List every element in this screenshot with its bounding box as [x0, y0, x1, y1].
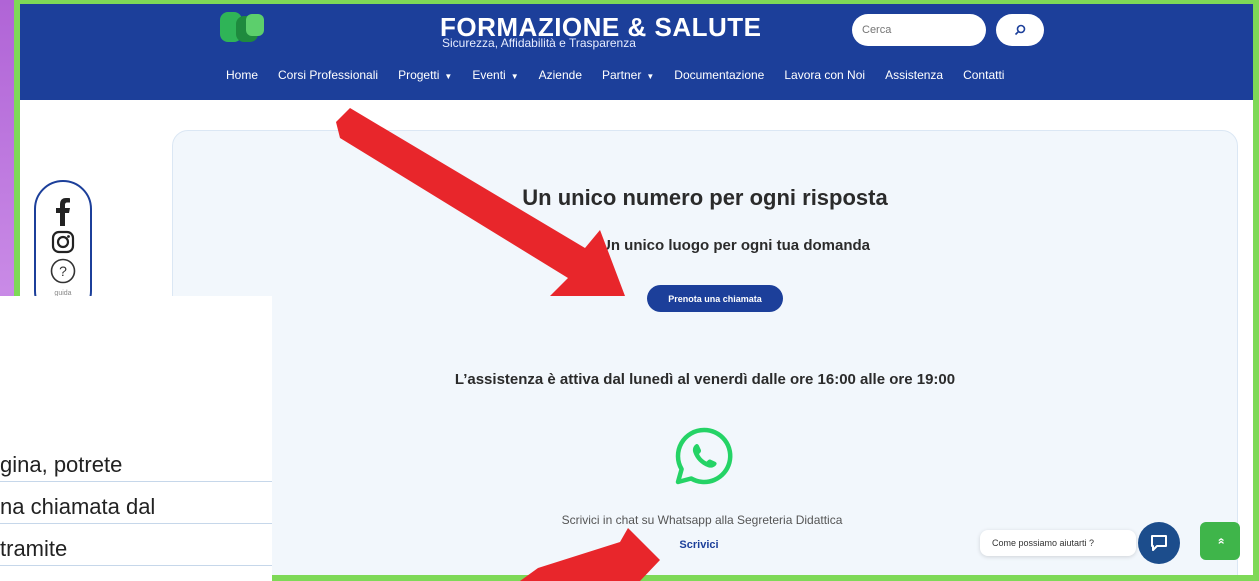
overlay-line: na chiamata dal: [0, 488, 272, 524]
chat-button[interactable]: [1138, 522, 1180, 564]
sub-heading: Un unico luogo per ogni tua domanda: [600, 237, 870, 254]
help-icon[interactable]: ?: [50, 258, 76, 284]
svg-text:?: ?: [59, 263, 67, 279]
overlay-line: gina, potrete: [0, 446, 272, 482]
chevron-down-icon: ▼: [444, 72, 453, 81]
chevron-down-icon: ▼: [510, 72, 519, 81]
nav-home[interactable]: Home: [226, 68, 258, 82]
scroll-to-top-button[interactable]: »: [1200, 522, 1240, 560]
hours-text: L’assistenza è attiva dal lunedì al vene…: [454, 371, 956, 388]
search-button[interactable]: [996, 14, 1044, 46]
main-nav: Home Corsi Professionali Progetti ▼ Event…: [226, 68, 1024, 82]
whatsapp-text: Scrivici in chat su Whatsapp alla Segret…: [561, 513, 843, 527]
site-header: FORMAZIONE & SALUTE Sicurezza, Affidabil…: [20, 4, 1253, 100]
main-heading: Un unico numero per ogni risposta: [522, 185, 888, 210]
site-tagline: Sicurezza, Affidabilità e Trasparenza: [442, 36, 636, 50]
nav-lavora-con-noi[interactable]: Lavora con Noi: [784, 68, 865, 82]
nav-documentazione[interactable]: Documentazione: [674, 68, 764, 82]
nav-aziende[interactable]: Aziende: [539, 68, 582, 82]
nav-eventi[interactable]: Eventi ▼: [472, 68, 518, 82]
nav-progetti[interactable]: Progetti ▼: [398, 68, 452, 82]
nav-assistenza[interactable]: Assistenza: [885, 68, 943, 82]
chevron-down-icon: ▼: [646, 72, 655, 81]
search-icon: [1014, 24, 1026, 36]
nav-contatti[interactable]: Contatti: [963, 68, 1004, 82]
nav-corsi-professionali[interactable]: Corsi Professionali: [278, 68, 378, 82]
chat-icon: [1151, 535, 1167, 551]
overlay-text-panel: gina, potrete na chiamata dal tramite: [0, 296, 272, 581]
double-chevron-up-icon: »: [1213, 537, 1227, 545]
search-input[interactable]: [852, 14, 986, 46]
chat-prompt-bubble[interactable]: Come possiamo aiutarti ?: [980, 530, 1136, 556]
whatsapp-icon[interactable]: [673, 425, 735, 487]
book-call-button[interactable]: Prenota una chiamata: [647, 285, 783, 312]
logo[interactable]: [216, 10, 270, 46]
facebook-icon[interactable]: [53, 196, 73, 226]
support-card: Un unico numero per ogni risposta Un uni…: [172, 130, 1238, 575]
instagram-icon[interactable]: [51, 230, 75, 254]
overlay-line: tramite: [0, 530, 272, 566]
nav-partner[interactable]: Partner ▼: [602, 68, 654, 82]
